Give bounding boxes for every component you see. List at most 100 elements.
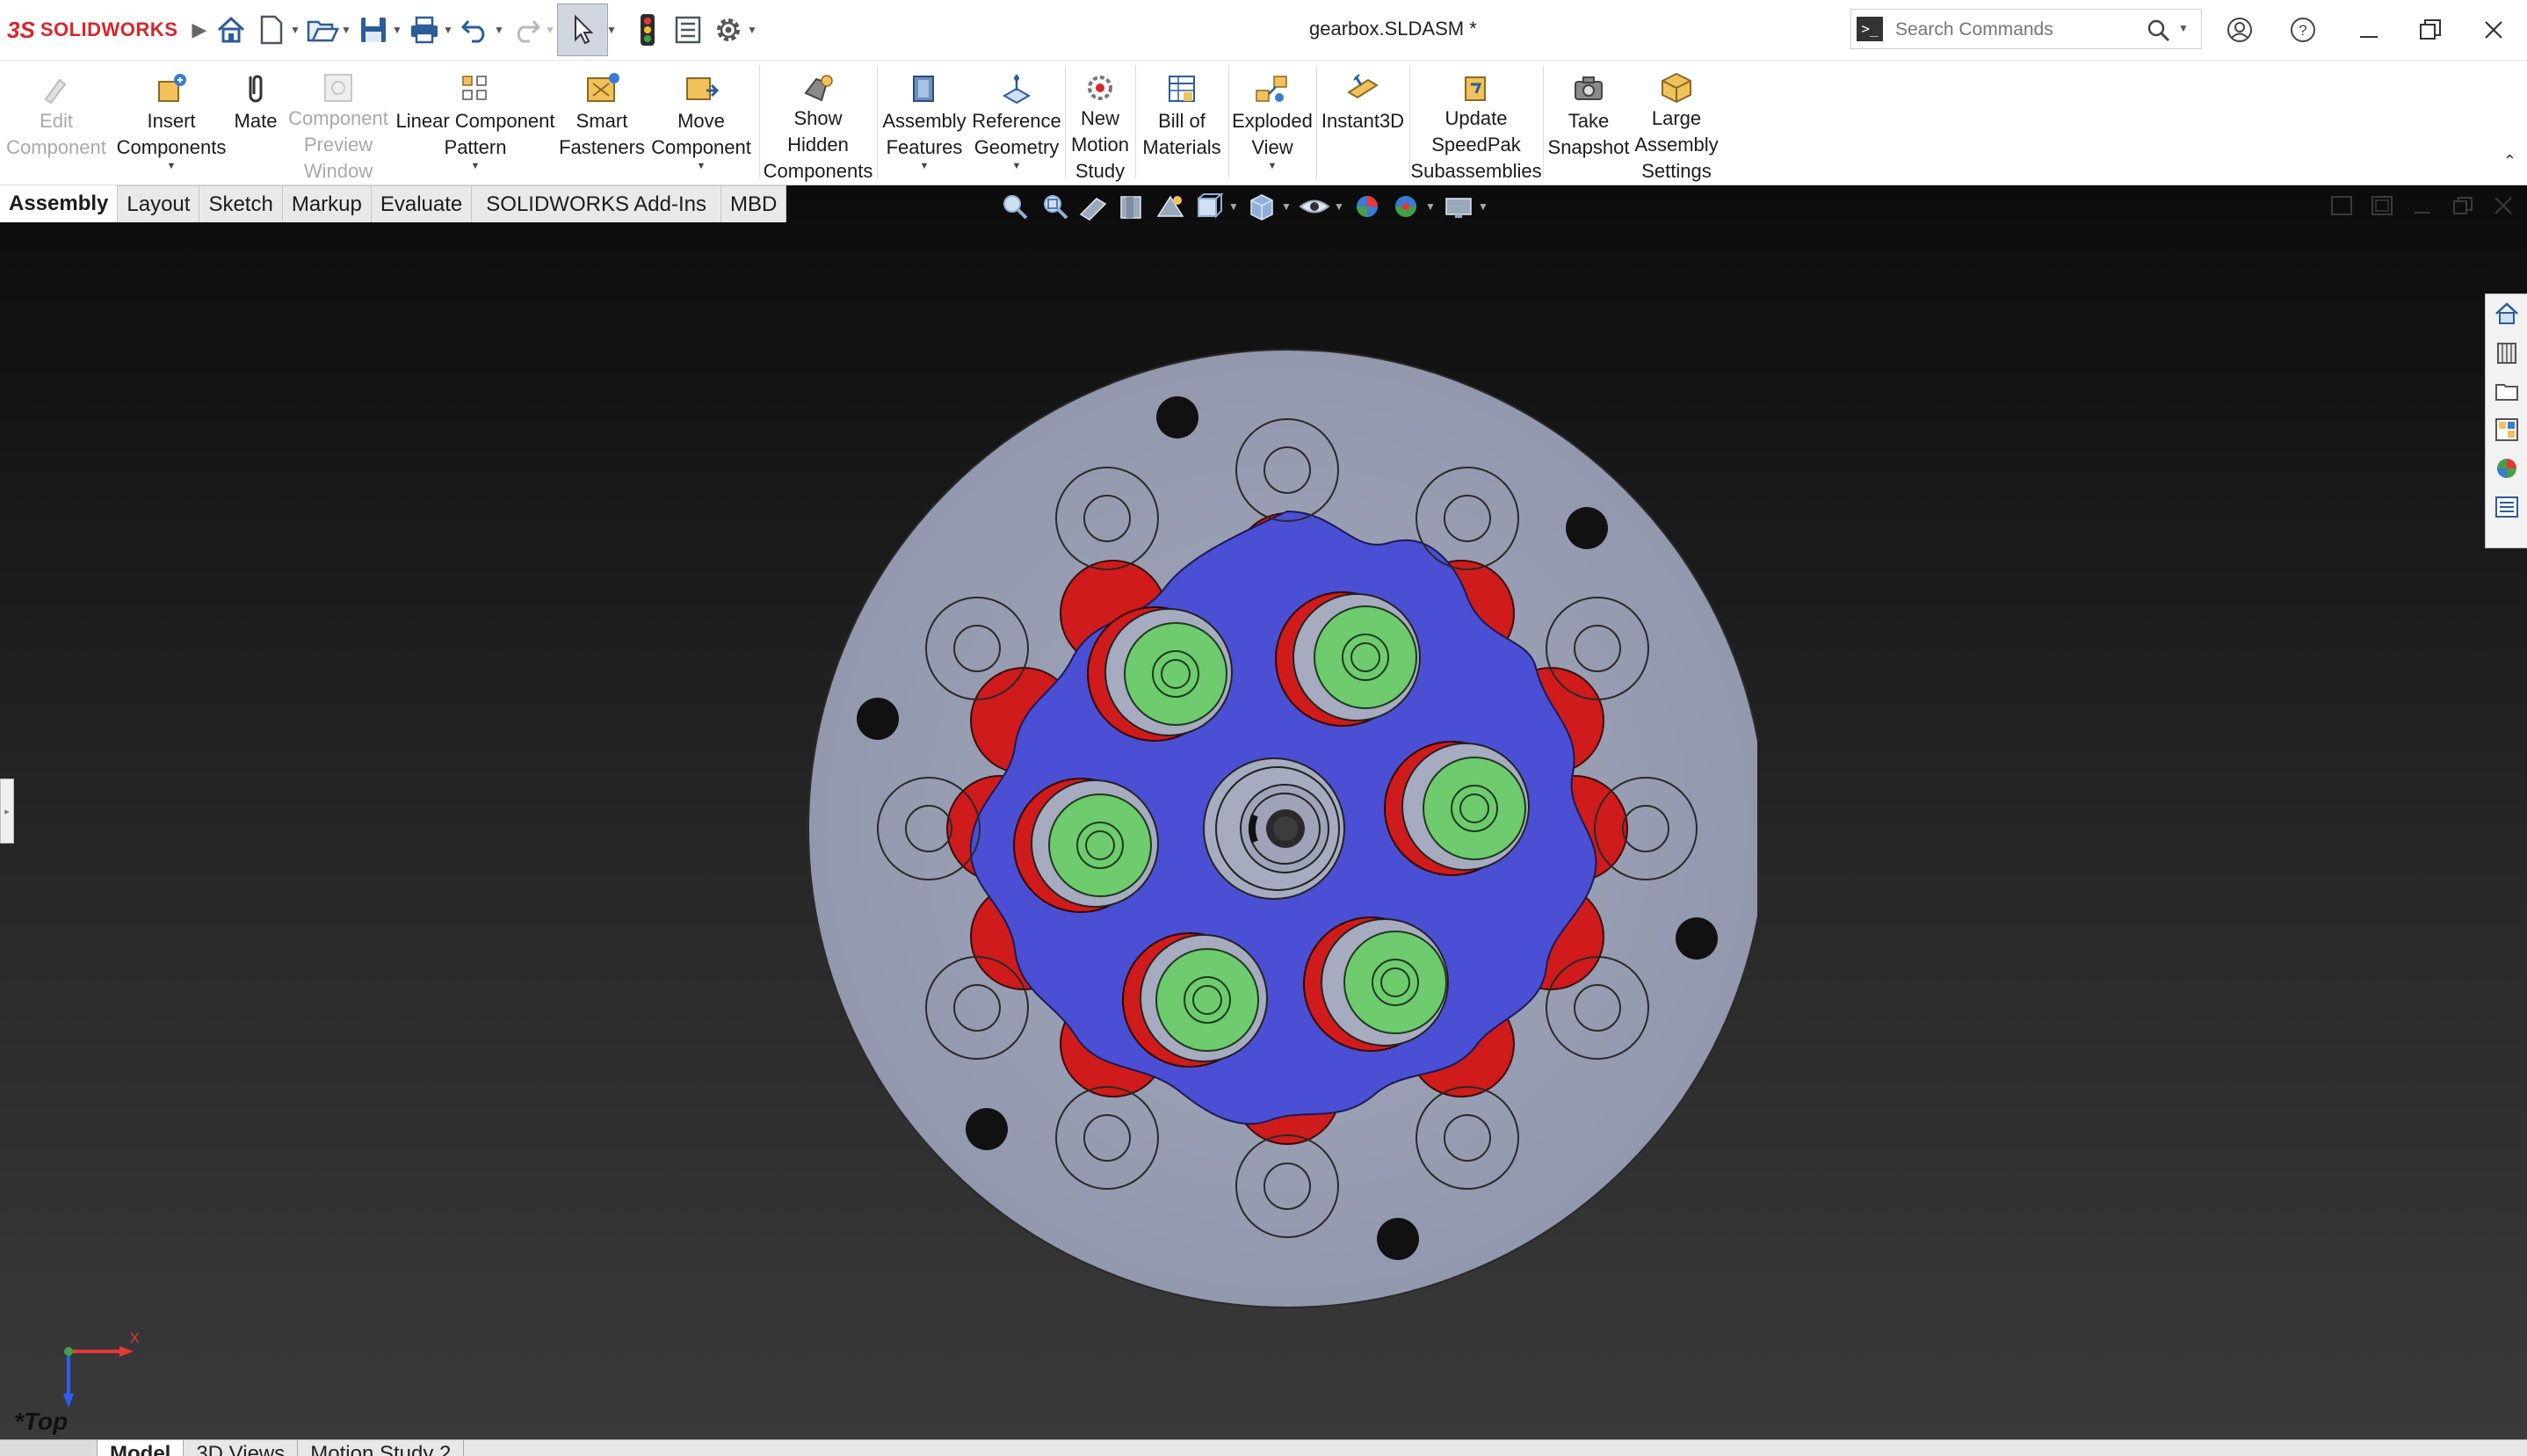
- update-speedpak-button[interactable]: Update SpeedPak Subassemblies: [1410, 61, 1542, 185]
- take-snapshot-label: Take Snapshot: [1547, 110, 1630, 158]
- new-file-icon[interactable]: [251, 7, 292, 53]
- tab-3d-views[interactable]: 3D Views: [184, 1440, 299, 1456]
- viewport-close-icon[interactable]: [2492, 195, 2515, 216]
- options-gear-icon[interactable]: [708, 7, 749, 53]
- update-speedpak-label: Update SpeedPak Subassemblies: [1410, 107, 1542, 182]
- view-palette-icon[interactable]: [2489, 410, 2524, 449]
- home-icon[interactable]: [211, 7, 251, 53]
- linear-component-pattern-button[interactable]: Linear Component Pattern ▼: [394, 61, 557, 185]
- file-properties-icon[interactable]: [668, 7, 708, 53]
- apply-scene-icon[interactable]: [1388, 192, 1423, 221]
- collapse-ribbon-icon[interactable]: ⌃: [2503, 152, 2516, 170]
- tab-evaluate[interactable]: Evaluate: [371, 185, 473, 222]
- minimize-icon[interactable]: [2346, 9, 2392, 51]
- custom-properties-icon[interactable]: [2489, 488, 2524, 526]
- assembly-features-button[interactable]: Assembly Features ▼: [879, 61, 970, 185]
- viewport-tile-icon[interactable]: [2371, 195, 2393, 216]
- tab-motion-study-2[interactable]: Motion Study 2: [298, 1440, 465, 1456]
- display-style-icon[interactable]: [1244, 192, 1279, 221]
- view-orientation-icon[interactable]: [1191, 192, 1227, 221]
- print-icon[interactable]: [404, 7, 445, 53]
- design-library-icon[interactable]: [2489, 333, 2524, 372]
- reference-geometry-button[interactable]: Reference Geometry ▼: [970, 61, 1063, 185]
- previous-view-icon[interactable]: [1075, 192, 1111, 221]
- appearances-scenes-icon[interactable]: [2489, 449, 2524, 488]
- search-commands-box[interactable]: >_ ▼: [1850, 9, 2202, 49]
- bill-of-materials-button[interactable]: Bill of Materials: [1137, 61, 1227, 185]
- component-preview-window-button[interactable]: Component Preview Window: [283, 61, 394, 185]
- tab-scroll-arrows[interactable]: [0, 1440, 98, 1456]
- view-settings-icon[interactable]: [1441, 192, 1476, 221]
- hide-show-dropdown-icon[interactable]: ▼: [1332, 200, 1346, 213]
- viewport-split-icon[interactable]: [2330, 195, 2353, 216]
- show-hidden-components-button[interactable]: Show Hidden Components: [761, 61, 875, 185]
- bill-of-materials-label: Bill of Materials: [1142, 110, 1221, 158]
- edit-appearance-icon[interactable]: [1350, 192, 1385, 221]
- camera-icon: [1571, 64, 1606, 113]
- menu-expand-arrow-icon[interactable]: ▶: [192, 18, 206, 41]
- save-icon[interactable]: [353, 7, 394, 53]
- linear-pattern-dropdown-icon[interactable]: ▼: [471, 161, 481, 171]
- redo-icon[interactable]: [506, 7, 547, 53]
- central-bearing[interactable]: [1203, 757, 1345, 900]
- file-explorer-folder-icon[interactable]: [2489, 372, 2524, 410]
- mate-button[interactable]: Mate: [230, 61, 281, 185]
- hide-show-items-icon[interactable]: [1297, 192, 1332, 221]
- ribbon-separator: [1316, 66, 1317, 178]
- tab-model[interactable]: Model: [98, 1440, 185, 1456]
- section-view-icon[interactable]: [1114, 192, 1149, 221]
- open-icon[interactable]: [302, 7, 343, 53]
- help-icon[interactable]: ?: [2283, 9, 2323, 51]
- view-orientation-dropdown-icon[interactable]: ▼: [1227, 200, 1241, 213]
- solidworks-logo[interactable]: 3S SOLIDWORKS ▶: [7, 12, 206, 47]
- solidworks-resources-home-icon[interactable]: [2489, 294, 2524, 333]
- new-motion-study-button[interactable]: New Motion Study: [1067, 61, 1133, 185]
- assembly-features-dropdown-icon[interactable]: ▼: [920, 161, 930, 171]
- viewport-minimize-icon[interactable]: [2411, 195, 2434, 216]
- tab-mbd[interactable]: MBD: [721, 185, 787, 222]
- gearbox-model[interactable]: [791, 334, 1757, 1309]
- traffic-light-icon[interactable]: [627, 7, 668, 53]
- select-icon[interactable]: [557, 4, 608, 56]
- assembly-features-icon: [907, 64, 942, 113]
- smart-fasteners-button[interactable]: Smart Fasteners: [559, 61, 645, 185]
- viewport-restore-icon[interactable]: [2451, 195, 2474, 216]
- zoom-to-fit-icon[interactable]: [998, 192, 1033, 221]
- insert-components-dropdown-icon[interactable]: ▼: [167, 161, 177, 171]
- undo-icon[interactable]: [455, 7, 496, 53]
- component-preview-label: Component Preview Window: [288, 107, 388, 182]
- edit-component-icon: [39, 64, 74, 113]
- dynamic-annotation-icon[interactable]: [1153, 192, 1188, 221]
- apply-scene-dropdown-icon[interactable]: ▼: [1423, 200, 1437, 213]
- ribbon-separator: [1065, 66, 1066, 178]
- restore-icon[interactable]: [2408, 9, 2453, 51]
- instant3d-button[interactable]: Instant3D: [1318, 61, 1408, 185]
- search-dropdown-icon[interactable]: ▼: [2178, 22, 2189, 34]
- close-icon[interactable]: [2471, 9, 2516, 51]
- display-style-dropdown-icon[interactable]: ▼: [1279, 200, 1293, 213]
- take-snapshot-button[interactable]: Take Snapshot: [1545, 61, 1633, 185]
- exploded-view-button[interactable]: Exploded View ▼: [1230, 61, 1314, 185]
- large-assembly-settings-button[interactable]: Large Assembly Settings: [1634, 61, 1719, 185]
- reference-geometry-dropdown-icon[interactable]: ▼: [1012, 161, 1022, 171]
- tab-layout[interactable]: Layout: [118, 185, 200, 222]
- feature-manager-expand-handle[interactable]: ▸: [0, 779, 14, 844]
- move-component-button[interactable]: Move Component ▼: [647, 61, 756, 185]
- search-input[interactable]: [1893, 17, 2134, 43]
- tab-sketch[interactable]: Sketch: [199, 185, 283, 222]
- edit-component-button[interactable]: Edit Component: [2, 61, 111, 185]
- mate-paperclip-icon: [240, 64, 272, 113]
- search-icon[interactable]: [2147, 18, 2171, 47]
- insert-components-button[interactable]: Insert Components ▼: [114, 61, 228, 185]
- zoom-to-area-icon[interactable]: [1037, 192, 1072, 221]
- exploded-view-dropdown-icon[interactable]: ▼: [1268, 161, 1278, 171]
- tab-markup[interactable]: Markup: [282, 185, 372, 222]
- move-component-dropdown-icon[interactable]: ▼: [697, 161, 706, 171]
- user-icon[interactable]: [2219, 9, 2260, 51]
- tab-assembly[interactable]: Assembly: [0, 185, 119, 222]
- show-hidden-label: Show Hidden Components: [763, 107, 873, 182]
- roller-1: [1087, 606, 1233, 742]
- view-settings-dropdown-icon[interactable]: ▼: [1476, 200, 1490, 213]
- new-motion-study-icon: [1082, 64, 1118, 111]
- tab-solidworks-add-ins[interactable]: SOLIDWORKS Add-Ins: [472, 185, 722, 222]
